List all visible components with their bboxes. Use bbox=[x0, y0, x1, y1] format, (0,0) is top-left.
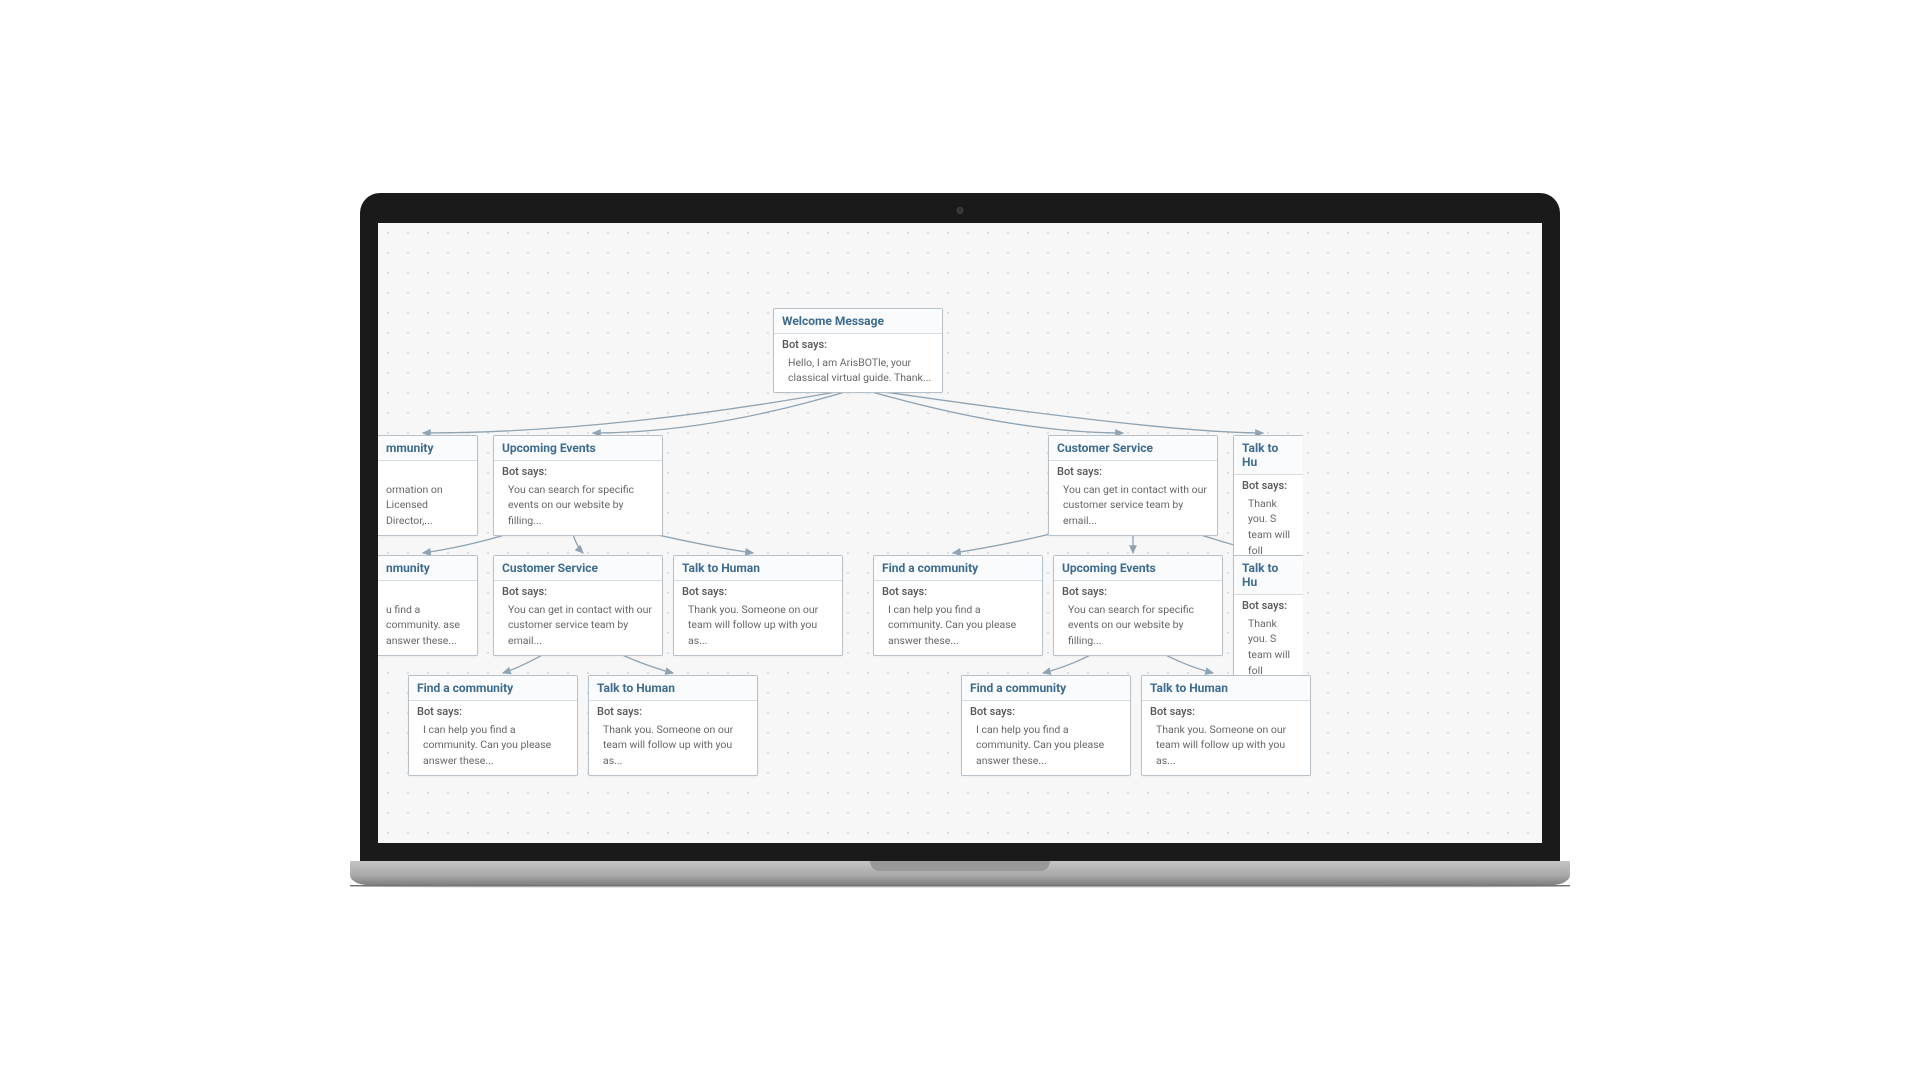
camera-icon bbox=[957, 207, 964, 214]
node-text: Thank you. Someone on our team will foll… bbox=[589, 720, 757, 775]
laptop-notch bbox=[870, 861, 1050, 871]
node-title: Talk to Hu bbox=[1234, 436, 1303, 475]
node-text: Thank you. S team will foll bbox=[1234, 494, 1303, 565]
bot-says-label: Bot says: bbox=[1049, 461, 1217, 480]
node-text: ormation on Licensed Director,... bbox=[378, 480, 477, 535]
node-text: Thank you. S team will foll bbox=[1234, 614, 1303, 685]
node-title: Find a community bbox=[874, 556, 1042, 581]
bot-says-label: Bot says: bbox=[494, 581, 662, 600]
node-text: I can help you find a community. Can you… bbox=[874, 600, 1042, 655]
node-text: You can search for specific events on ou… bbox=[1054, 600, 1222, 655]
node-title: Find a community bbox=[962, 676, 1130, 701]
node-title: Find a community bbox=[409, 676, 577, 701]
bot-says-label: Bot says: bbox=[494, 461, 662, 480]
node-title: mmunity bbox=[378, 436, 477, 461]
node-find-community-2[interactable]: Find a community Bot says: I can help yo… bbox=[408, 675, 578, 776]
node-text: You can get in contact with our customer… bbox=[494, 600, 662, 655]
node-text: Hello, I am ArisBOTle, your classical vi… bbox=[774, 353, 942, 393]
node-welcome[interactable]: Welcome Message Bot says: Hello, I am Ar… bbox=[773, 308, 943, 394]
laptop-mockup: Welcome Message Bot says: Hello, I am Ar… bbox=[360, 193, 1560, 888]
node-title: Talk to Human bbox=[589, 676, 757, 701]
node-customer-service[interactable]: Customer Service Bot says: You can get i… bbox=[1048, 435, 1218, 536]
node-find-community[interactable]: Find a community Bot says: I can help yo… bbox=[873, 555, 1043, 656]
node-title: Customer Service bbox=[1049, 436, 1217, 461]
node-talk-human-2[interactable]: Talk to Human Bot says: Thank you. Someo… bbox=[588, 675, 758, 776]
node-title: nmunity bbox=[378, 556, 477, 581]
node-text: You can get in contact with our customer… bbox=[1049, 480, 1217, 535]
bot-says-label: Bot says: bbox=[874, 581, 1042, 600]
node-talk-human-cut-2[interactable]: Talk to Hu Bot says: Thank you. S team w… bbox=[1233, 555, 1303, 686]
node-title: Customer Service bbox=[494, 556, 662, 581]
node-title: Talk to Human bbox=[674, 556, 842, 581]
node-title: Welcome Message bbox=[774, 309, 942, 334]
node-customer-service-2[interactable]: Customer Service Bot says: You can get i… bbox=[493, 555, 663, 656]
screen: Welcome Message Bot says: Hello, I am Ar… bbox=[378, 223, 1542, 843]
node-text: You can search for specific events on ou… bbox=[494, 480, 662, 535]
node-text: Thank you. Someone on our team will foll… bbox=[1142, 720, 1310, 775]
node-talk-human[interactable]: Talk to Human Bot says: Thank you. Someo… bbox=[673, 555, 843, 656]
node-upcoming-events[interactable]: Upcoming Events Bot says: You can search… bbox=[493, 435, 663, 536]
node-talk-human-3[interactable]: Talk to Human Bot says: Thank you. Someo… bbox=[1141, 675, 1311, 776]
node-upcoming-events-2[interactable]: Upcoming Events Bot says: You can search… bbox=[1053, 555, 1223, 656]
node-title: Talk to Human bbox=[1142, 676, 1310, 701]
node-community-cut[interactable]: mmunity x ormation on Licensed Director,… bbox=[378, 435, 478, 536]
bot-says-label: Bot says: bbox=[409, 701, 577, 720]
node-text: u find a community. ase answer these... bbox=[378, 600, 477, 655]
node-nmunity-cut[interactable]: nmunity x u find a community. ase answer… bbox=[378, 555, 478, 656]
laptop-shadow bbox=[350, 885, 1570, 888]
node-text: Thank you. Someone on our team will foll… bbox=[674, 600, 842, 655]
node-talk-human-cut[interactable]: Talk to Hu Bot says: Thank you. S team w… bbox=[1233, 435, 1303, 566]
laptop-base bbox=[350, 861, 1570, 885]
node-title: Talk to Hu bbox=[1234, 556, 1303, 595]
node-find-community-3[interactable]: Find a community Bot says: I can help yo… bbox=[961, 675, 1131, 776]
node-text: I can help you find a community. Can you… bbox=[962, 720, 1130, 775]
screen-bezel: Welcome Message Bot says: Hello, I am Ar… bbox=[360, 193, 1560, 861]
bot-says-label: Bot says: bbox=[589, 701, 757, 720]
bot-says-label: Bot says: bbox=[1234, 595, 1303, 614]
bot-says-label: Bot says: bbox=[1234, 475, 1303, 494]
flow-canvas[interactable]: Welcome Message Bot says: Hello, I am Ar… bbox=[378, 223, 1363, 843]
bot-says-label: Bot says: bbox=[962, 701, 1130, 720]
node-text: I can help you find a community. Can you… bbox=[409, 720, 577, 775]
node-title: Upcoming Events bbox=[1054, 556, 1222, 581]
node-title: Upcoming Events bbox=[494, 436, 662, 461]
bot-says-label: Bot says: bbox=[674, 581, 842, 600]
bot-says-label: Bot says: bbox=[1054, 581, 1222, 600]
bot-says-label: Bot says: bbox=[774, 334, 942, 353]
bot-says-label: Bot says: bbox=[1142, 701, 1310, 720]
